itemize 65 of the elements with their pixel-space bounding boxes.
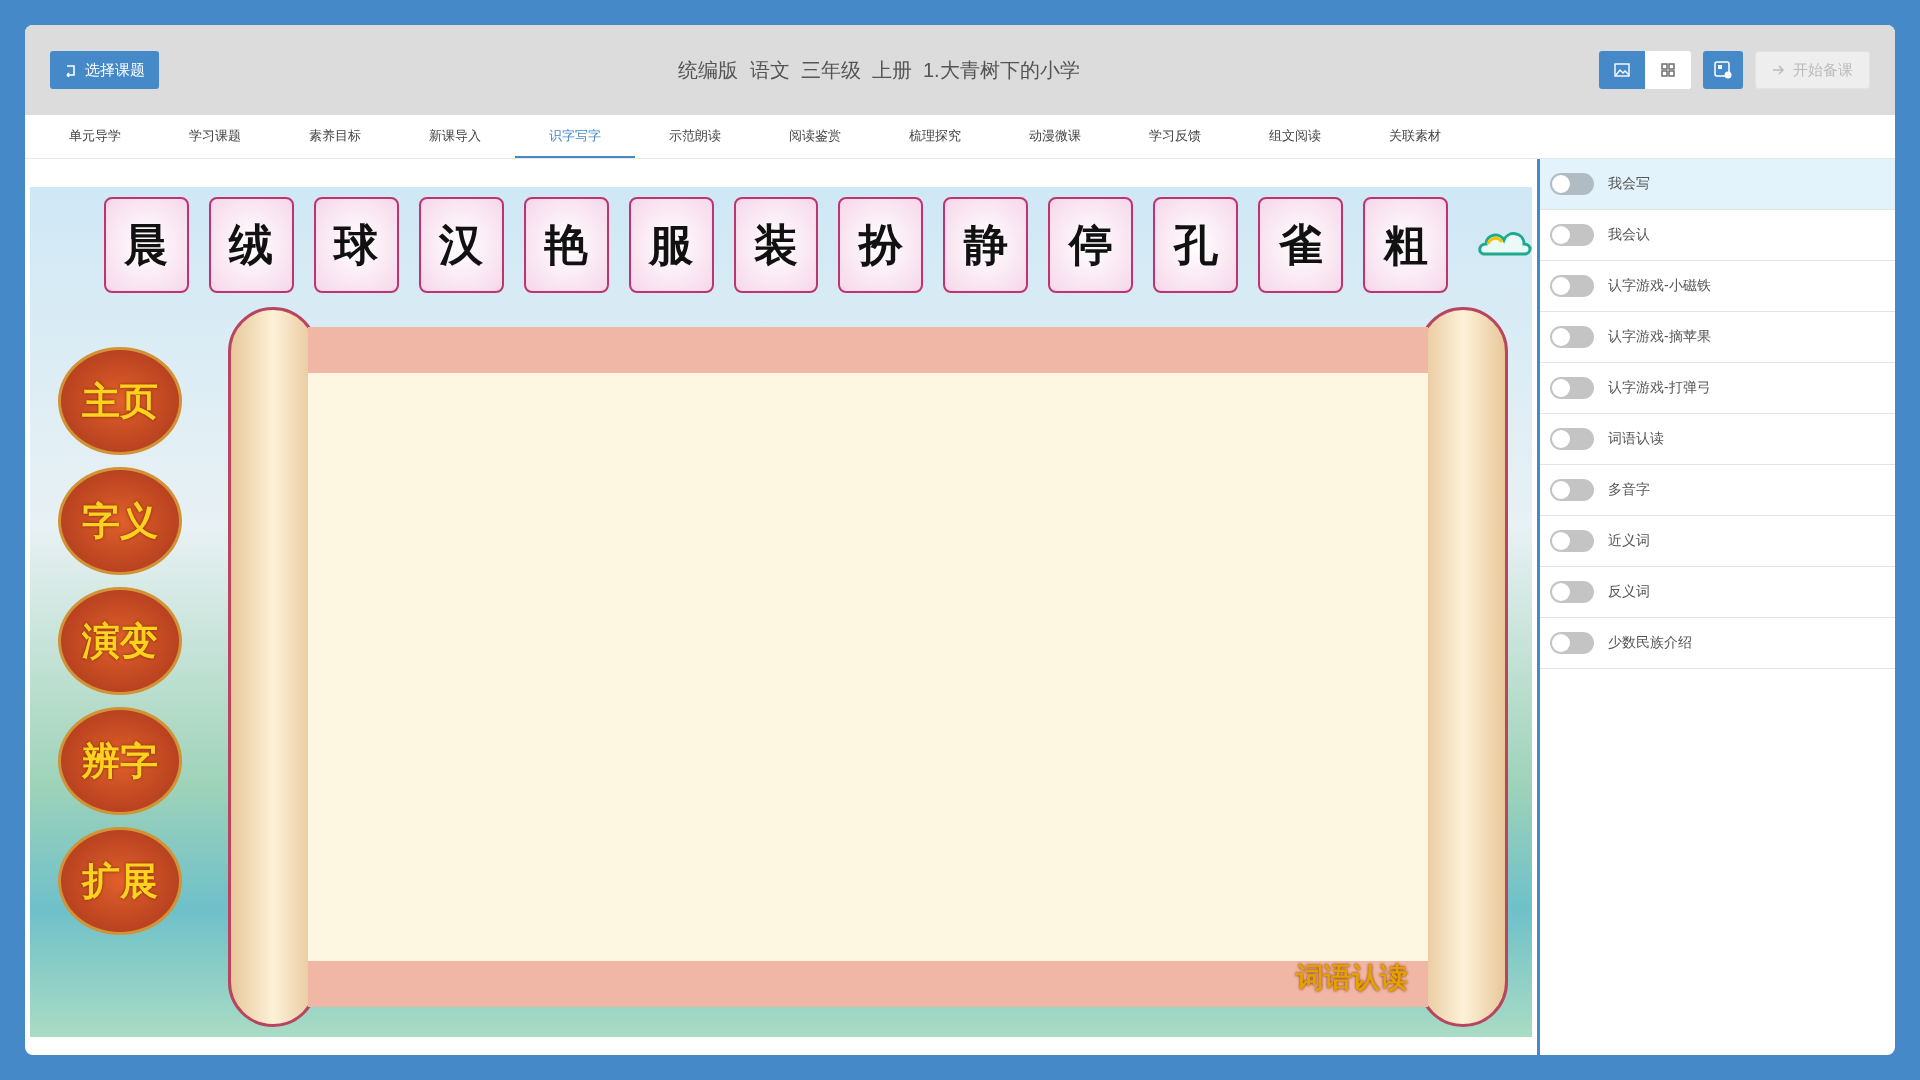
tab[interactable]: 动漫微课 — [995, 115, 1115, 158]
sidebar-item[interactable]: 认字游戏-打弹弓 — [1540, 363, 1895, 414]
toggle-switch[interactable] — [1550, 224, 1594, 246]
tab[interactable]: 新课导入 — [395, 115, 515, 158]
tab[interactable]: 素养目标 — [275, 115, 395, 158]
character-card[interactable]: 艳 — [523, 197, 609, 293]
image-view-button[interactable] — [1599, 51, 1645, 89]
tab[interactable]: 学习反馈 — [1115, 115, 1235, 158]
preview-button[interactable] — [1703, 51, 1743, 89]
toggle-switch[interactable] — [1550, 581, 1594, 603]
sidebar-item[interactable]: 少数民族介绍 — [1540, 618, 1895, 669]
tab[interactable]: 示范朗读 — [635, 115, 755, 158]
character-card[interactable]: 球 — [313, 197, 399, 293]
lesson-title: 统编版 语文 三年级 上册 1.大青树下的小学 — [677, 57, 1081, 83]
return-icon — [64, 63, 77, 77]
sidebar-item[interactable]: 多音字 — [1540, 465, 1895, 516]
item-label: 认字游戏-打弹弓 — [1608, 379, 1711, 397]
item-label: 认字游戏-摘苹果 — [1608, 328, 1711, 346]
toggle-switch[interactable] — [1550, 632, 1594, 654]
sidebar-item[interactable]: 认字游戏-小磁铁 — [1540, 261, 1895, 312]
toggle-switch[interactable] — [1550, 173, 1594, 195]
scroll-caption: 词语认读 — [1296, 961, 1408, 995]
toggle-switch[interactable] — [1550, 428, 1594, 450]
sidebar-item[interactable]: 认字游戏-摘苹果 — [1540, 312, 1895, 363]
item-label: 少数民族介绍 — [1608, 634, 1692, 652]
character-card[interactable]: 粗 — [1363, 197, 1448, 293]
sidebar-item[interactable]: 近义词 — [1540, 516, 1895, 567]
toggle-switch[interactable] — [1550, 530, 1594, 552]
tab[interactable]: 识字写字 — [515, 115, 635, 158]
grid-icon — [1661, 63, 1675, 77]
character-card[interactable]: 装 — [733, 197, 819, 293]
tab[interactable]: 单元导学 — [35, 115, 155, 158]
character-card[interactable]: 服 — [628, 197, 714, 293]
tab[interactable]: 梳理探究 — [875, 115, 995, 158]
character-card[interactable]: 晨 — [104, 197, 189, 293]
select-topic-button[interactable]: 选择课题 — [50, 51, 159, 89]
toggle-switch[interactable] — [1550, 479, 1594, 501]
toggle-switch[interactable] — [1550, 275, 1594, 297]
item-label: 反义词 — [1608, 583, 1650, 601]
grid-view-button[interactable] — [1645, 51, 1691, 89]
toggle-switch[interactable] — [1550, 326, 1594, 348]
tab[interactable]: 组文阅读 — [1235, 115, 1355, 158]
sidebar-item[interactable]: 反义词 — [1540, 567, 1895, 618]
sidebar-item[interactable]: 我会写 — [1540, 159, 1895, 210]
item-label: 我会认 — [1608, 226, 1650, 244]
item-label: 近义词 — [1608, 532, 1650, 550]
character-card[interactable]: 静 — [943, 197, 1029, 293]
arrow-right-icon — [1772, 64, 1785, 76]
sidebar-item[interactable]: 词语认读 — [1540, 414, 1895, 465]
sidebar-item[interactable]: 我会认 — [1540, 210, 1895, 261]
item-label: 词语认读 — [1608, 430, 1664, 448]
toggle-switch[interactable] — [1550, 377, 1594, 399]
character-card[interactable]: 孔 — [1153, 197, 1239, 293]
character-card[interactable]: 扮 — [838, 197, 924, 293]
tab[interactable]: 关联素材 — [1355, 115, 1475, 158]
character-card[interactable]: 雀 — [1258, 197, 1344, 293]
image-icon — [1614, 63, 1630, 77]
character-card[interactable]: 停 — [1048, 197, 1134, 293]
item-label: 我会写 — [1608, 175, 1650, 193]
item-label: 多音字 — [1608, 481, 1650, 499]
tab[interactable]: 学习课题 — [155, 115, 275, 158]
tab[interactable]: 阅读鉴赏 — [755, 115, 875, 158]
item-label: 认字游戏-小磁铁 — [1608, 277, 1711, 295]
character-card[interactable]: 绒 — [208, 197, 294, 293]
character-card[interactable]: 汉 — [418, 197, 504, 293]
